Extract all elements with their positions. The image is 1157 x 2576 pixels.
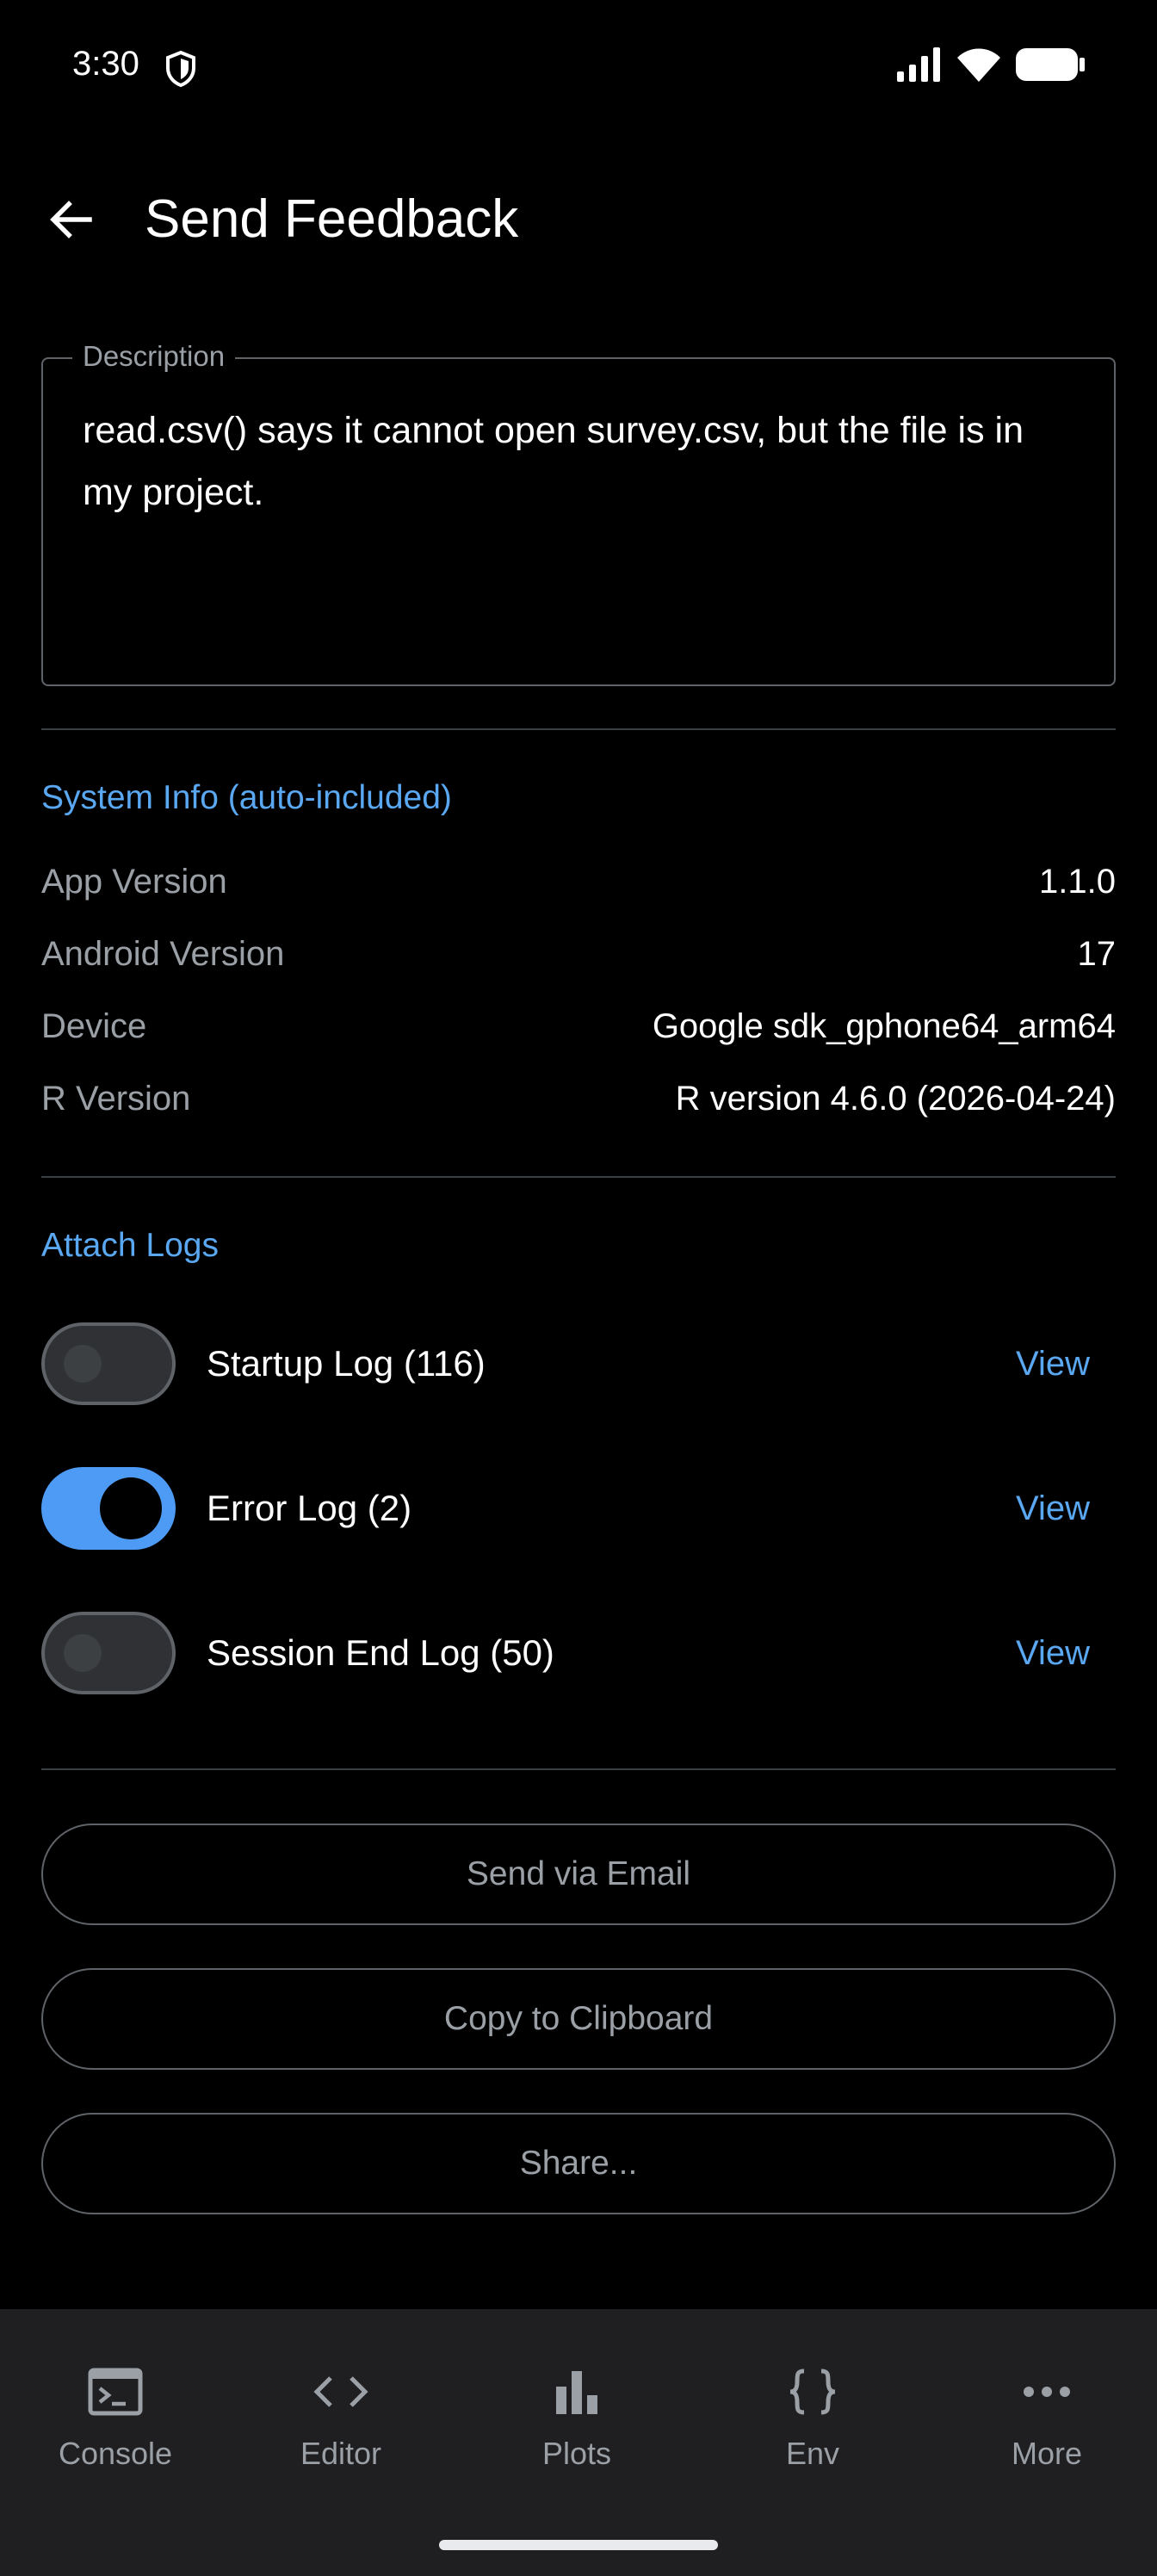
shield-icon	[166, 50, 195, 88]
error-log-switch[interactable]	[41, 1467, 176, 1550]
log-row-session-end: Session End Log (50) View	[41, 1610, 1116, 1696]
info-value: 17	[1077, 935, 1117, 973]
nav-label: Env	[785, 2436, 840, 2471]
info-value: R version 4.6.0 (2026-04-24)	[675, 1080, 1116, 1118]
nav-item-more[interactable]: More	[931, 2309, 1157, 2481]
switch-knob	[64, 1345, 102, 1383]
description-label: Description	[72, 339, 236, 374]
info-label: App Version	[41, 863, 227, 901]
wifi-icon	[957, 48, 1000, 82]
view-error-log-link[interactable]: View	[1016, 1483, 1090, 1534]
log-label: Error Log (2)	[207, 1488, 412, 1528]
terminal-icon	[84, 2361, 146, 2423]
description-input-value[interactable]: read.csv() says it cannot open survey.cs…	[83, 399, 1081, 523]
divider	[41, 1176, 1116, 1178]
log-label: Session End Log (50)	[207, 1632, 554, 1673]
startup-log-switch[interactable]	[41, 1322, 176, 1405]
info-row-device: Device Google sdk_gphone64_arm64	[41, 1000, 1116, 1052]
more-horizontal-icon	[1016, 2361, 1078, 2423]
braces-icon	[782, 2361, 844, 2423]
app-bar: Send Feedback	[0, 164, 1157, 276]
nav-item-env[interactable]: Env	[697, 2309, 928, 2481]
log-row-error: Error Log (2) View	[41, 1465, 1116, 1551]
nav-item-plots[interactable]: Plots	[461, 2309, 692, 2481]
info-row-r-version: R Version R version 4.6.0 (2026-04-24)	[41, 1073, 1116, 1124]
bar-chart-icon	[546, 2361, 608, 2423]
nav-item-console[interactable]: Console	[0, 2309, 231, 2481]
share-button[interactable]: Share...	[41, 2113, 1116, 2214]
info-row-app-version: App Version 1.1.0	[41, 856, 1116, 907]
status-bar: 3:30	[0, 0, 1157, 138]
divider	[41, 1768, 1116, 1770]
nav-item-editor[interactable]: Editor	[226, 2309, 456, 2481]
copy-to-clipboard-button[interactable]: Copy to Clipboard	[41, 1968, 1116, 2070]
status-icons	[897, 46, 1085, 83]
switch-knob	[100, 1477, 162, 1539]
nav-label: Plots	[541, 2436, 612, 2471]
bottom-navigation: Console Editor Plots Env More	[0, 2309, 1157, 2576]
send-via-email-button[interactable]: Send via Email	[41, 1824, 1116, 1925]
nav-label: Editor	[300, 2436, 382, 2471]
info-label: Device	[41, 1007, 147, 1045]
divider	[41, 728, 1116, 730]
status-time: 3:30	[72, 45, 139, 83]
log-label: Startup Log (116)	[207, 1343, 486, 1384]
code-icon	[310, 2361, 372, 2423]
system-info-title: System Info (auto-included)	[41, 779, 452, 816]
info-label: Android Version	[41, 935, 285, 973]
log-row-startup: Startup Log (116) View	[41, 1321, 1116, 1407]
nav-label: More	[1011, 2436, 1083, 2471]
view-session-end-log-link[interactable]: View	[1016, 1627, 1090, 1679]
attach-logs-title: Attach Logs	[41, 1227, 219, 1264]
home-indicator[interactable]	[439, 2540, 718, 2550]
page-title: Send Feedback	[145, 189, 519, 249]
info-value: 1.1.0	[1039, 863, 1116, 901]
switch-knob	[64, 1634, 102, 1672]
session-end-log-switch[interactable]	[41, 1612, 176, 1694]
signal-icon	[897, 47, 940, 82]
info-row-android-version: Android Version 17	[41, 928, 1116, 980]
info-label: R Version	[41, 1080, 191, 1118]
arrow-left-icon	[50, 201, 92, 238]
battery-icon	[1016, 48, 1085, 81]
back-button[interactable]	[34, 183, 107, 256]
nav-label: Console	[58, 2436, 173, 2471]
info-value: Google sdk_gphone64_arm64	[652, 1007, 1116, 1045]
view-startup-log-link[interactable]: View	[1016, 1338, 1090, 1390]
